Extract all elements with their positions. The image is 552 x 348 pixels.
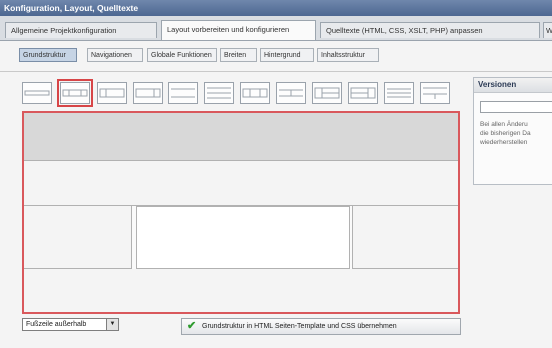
layout-template-button[interactable]	[97, 82, 127, 104]
subtab-grundstruktur[interactable]: Grundstruktur	[19, 48, 77, 62]
layout-thumbnail-icon	[207, 87, 231, 99]
layout-thumbnail-icon	[24, 90, 50, 96]
layout-thumbnail-icon	[279, 89, 303, 97]
footer-position-select[interactable]: Fußzeile außerhalb ▼	[22, 318, 119, 331]
subtab-hintergrund[interactable]: Hintergrund	[260, 48, 314, 62]
layout-structure-canvas	[22, 111, 460, 314]
sub-tab-bar: Grundstruktur Navigationen Globale Funkt…	[0, 41, 552, 72]
layout-template-button[interactable]	[57, 79, 93, 107]
layout-thumbnail-icon	[423, 87, 447, 99]
layout-thumbnail-icon	[171, 88, 195, 98]
versions-note: Bei allen Änderu die bisherigen Da wiede…	[480, 120, 552, 147]
versions-note-line: die bisherigen Da	[480, 130, 531, 137]
footer-position-value: Fußzeile außerhalb	[26, 321, 87, 328]
layout-template-button[interactable]	[133, 82, 163, 104]
right-column-region[interactable]	[352, 206, 458, 269]
subtab-label: Grundstruktur	[23, 52, 66, 59]
tab-label: Quelltexte (HTML, CSS, XSLT, PHP) anpass…	[326, 26, 483, 35]
versions-note-line: Bei allen Änderu	[480, 121, 528, 128]
header-region[interactable]	[24, 113, 458, 161]
versions-input[interactable]	[480, 101, 552, 113]
subtab-label: Navigationen	[91, 52, 132, 59]
tab-source-code[interactable]: Quelltexte (HTML, CSS, XSLT, PHP) anpass…	[320, 22, 540, 38]
layout-template-button[interactable]	[276, 82, 306, 104]
tab-more[interactable]: W	[543, 22, 552, 38]
tab-layout[interactable]: Layout vorbereiten und konfigurieren	[161, 20, 316, 40]
navigation-region[interactable]	[24, 161, 458, 206]
layout-template-button[interactable]	[420, 82, 450, 104]
layout-template-button[interactable]	[312, 82, 342, 104]
content-region[interactable]	[136, 206, 350, 269]
chevron-down-icon[interactable]: ▼	[106, 319, 118, 330]
layout-template-button[interactable]	[240, 82, 270, 104]
versions-panel: Versionen Bei allen Änderu die bisherige…	[473, 77, 552, 185]
layout-template-button[interactable]	[348, 82, 378, 104]
versions-note-line: wiederherstellen	[480, 139, 528, 146]
main-tab-bar: Allgemeine Projektkonfiguration Layout v…	[0, 16, 552, 41]
layout-template-button[interactable]	[384, 82, 414, 104]
subtab-navigationen[interactable]: Navigationen	[87, 48, 143, 62]
footer-region[interactable]	[24, 269, 458, 312]
tab-label: Allgemeine Projektkonfiguration	[11, 26, 117, 35]
subtab-label: Breiten	[224, 52, 247, 59]
checkmark-icon: ✔	[187, 320, 197, 332]
subtab-inhaltsstruktur[interactable]: Inhaltsstruktur	[317, 48, 379, 62]
left-column-region[interactable]	[24, 206, 132, 269]
layout-thumbnail-icon	[350, 87, 376, 99]
layout-thumbnail-icon	[99, 88, 125, 98]
layout-template-button[interactable]	[22, 82, 52, 104]
subtab-label: Hintergrund	[264, 52, 301, 59]
layout-thumbnail-icon	[135, 88, 161, 98]
subtab-label: Inhaltsstruktur	[321, 52, 365, 59]
layout-thumbnail-icon	[242, 88, 268, 98]
tab-label: W	[546, 26, 552, 35]
layout-template-button[interactable]	[204, 82, 234, 104]
versions-title: Versionen	[474, 78, 552, 93]
apply-structure-button[interactable]: ✔ Grundstruktur in HTML Seiten-Template …	[181, 318, 461, 335]
apply-structure-label: Grundstruktur in HTML Seiten-Template un…	[202, 323, 397, 330]
tab-project-configuration[interactable]: Allgemeine Projektkonfiguration	[5, 22, 157, 38]
layout-thumbnail-icon	[314, 87, 340, 99]
layout-thumbnail-icon	[387, 88, 411, 98]
subtab-breiten[interactable]: Breiten	[220, 48, 257, 62]
layout-template-button[interactable]	[168, 82, 198, 104]
subtab-globale-funktionen[interactable]: Globale Funktionen	[147, 48, 217, 62]
window-title: Konfiguration, Layout, Quelltexte	[0, 0, 552, 16]
layout-thumbnail-icon	[62, 89, 88, 97]
subtab-label: Globale Funktionen	[151, 52, 212, 59]
tab-label: Layout vorbereiten und konfigurieren	[167, 25, 290, 34]
